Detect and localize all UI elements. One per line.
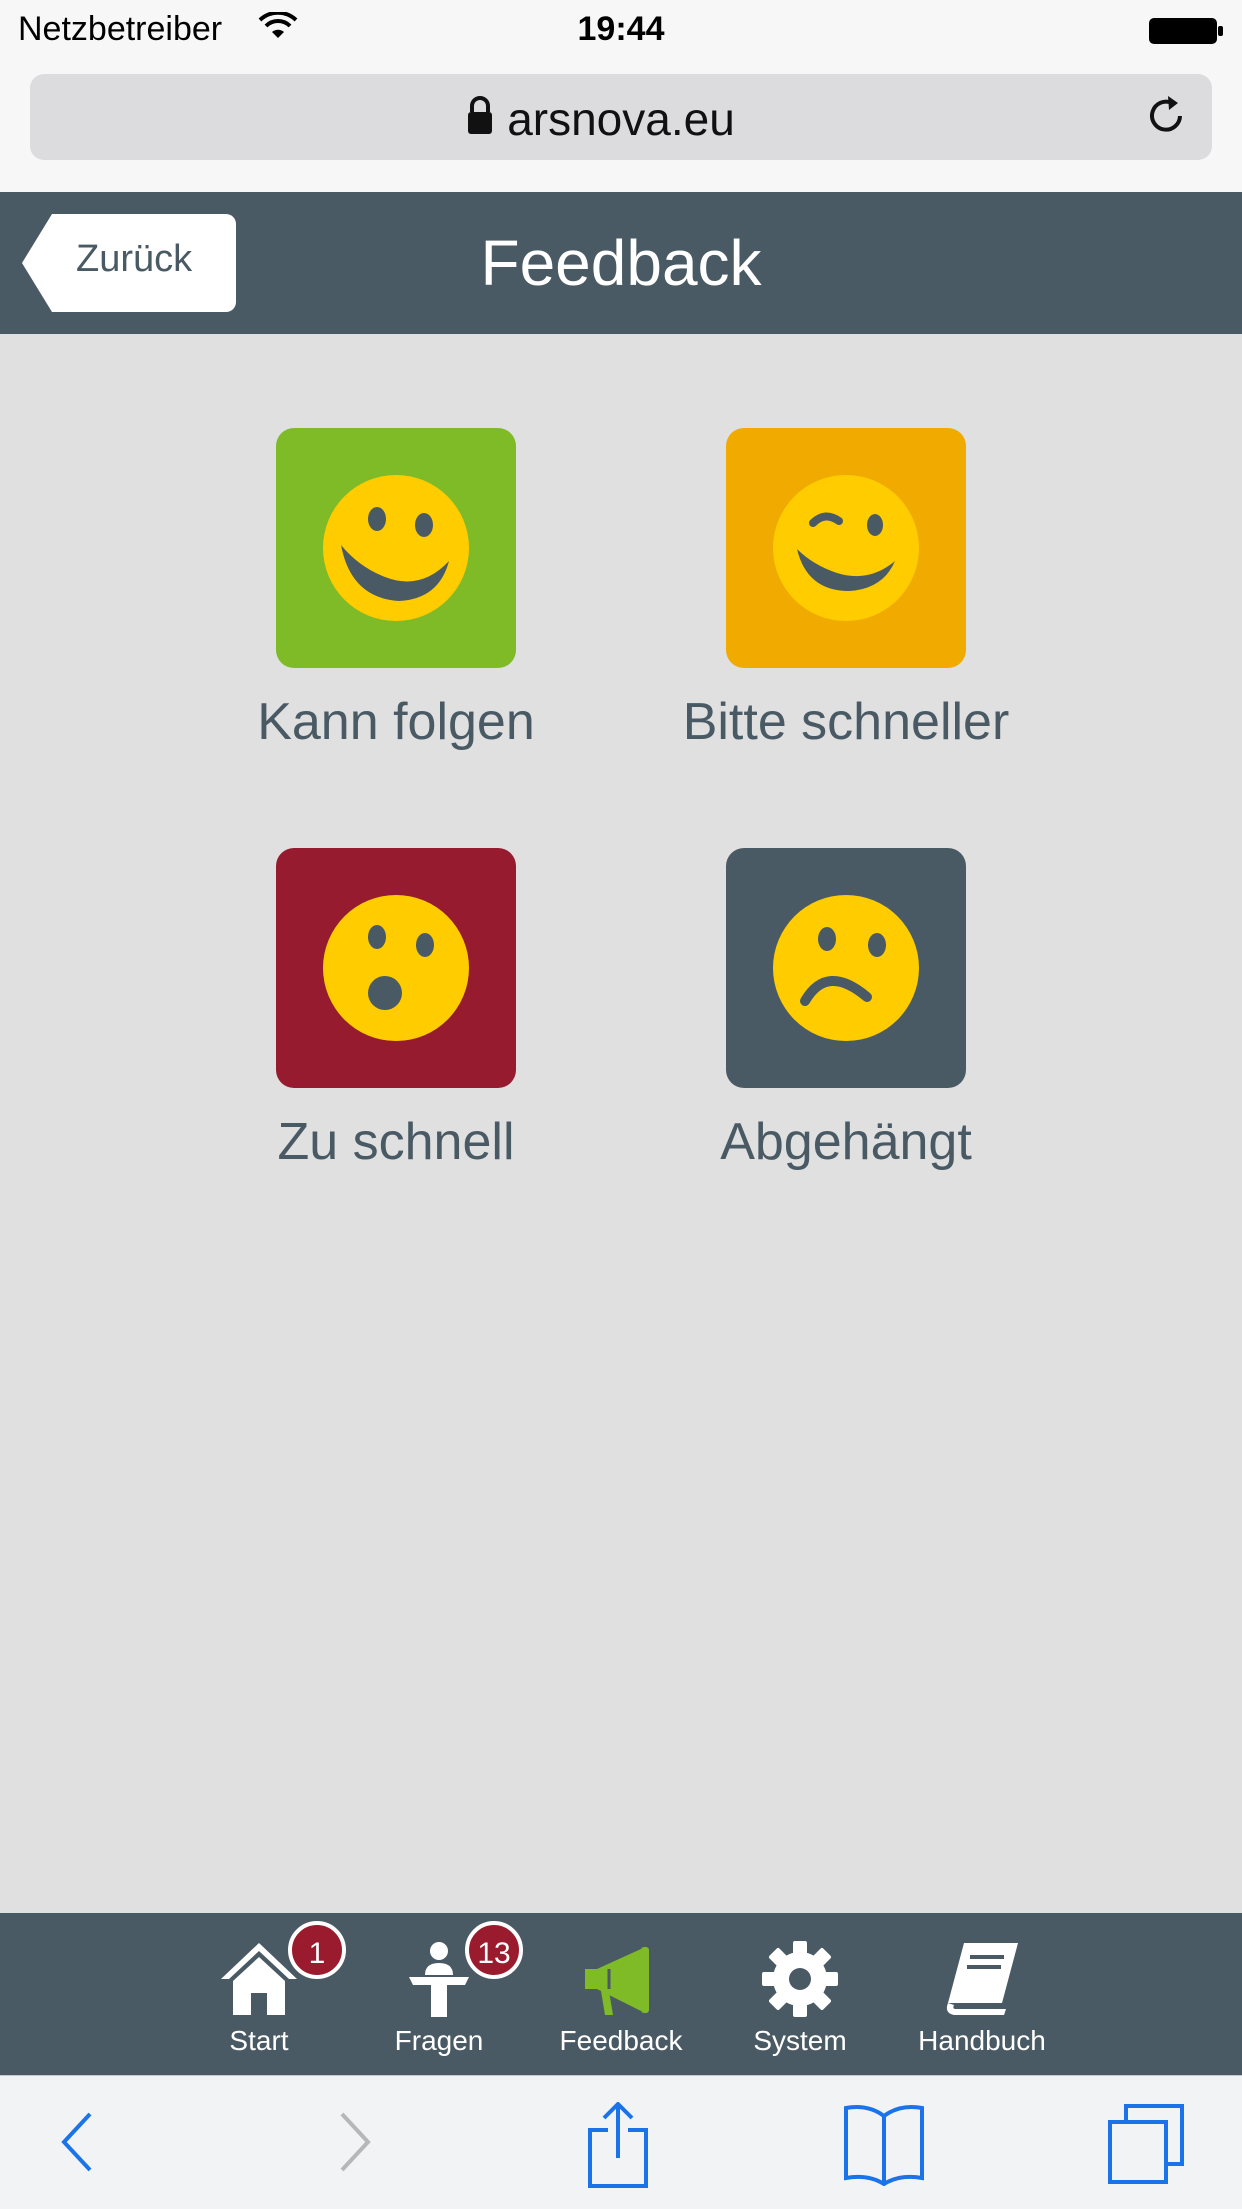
notification-badge: 1 xyxy=(288,1921,346,1979)
tab-handbuch[interactable]: Handbuch xyxy=(892,1913,1072,2075)
feedback-label: Abgehängt xyxy=(720,1113,972,1171)
tab-feedback[interactable]: Feedback xyxy=(531,1913,711,2075)
feedback-option-can-follow[interactable]: Kann folgen xyxy=(226,428,566,752)
clock: 19:44 xyxy=(577,10,665,48)
surprised-face-icon xyxy=(323,895,469,1041)
share-icon[interactable] xyxy=(586,2101,650,2195)
feedback-label: Zu schnell xyxy=(277,1113,515,1171)
url-text: arsnova.eu xyxy=(507,93,735,145)
browser-toolbar xyxy=(0,2075,1242,2209)
address-bar[interactable]: arsnova.eu xyxy=(30,74,1212,160)
notification-badge: 13 xyxy=(465,1921,523,1979)
reload-icon[interactable] xyxy=(1142,92,1190,145)
feedback-label: Kann folgen xyxy=(257,693,535,751)
page-title: Feedback xyxy=(480,227,762,299)
status-bar: Netzbetreiber 19:44 xyxy=(0,0,1242,62)
winking-face-icon xyxy=(773,475,919,621)
megaphone-icon xyxy=(581,1939,661,2024)
laughing-face-icon xyxy=(323,475,469,621)
forward-arrow-icon[interactable] xyxy=(334,2102,374,2187)
tab-fragen[interactable]: Fragen 13 xyxy=(349,1913,529,2075)
bookmarks-icon[interactable] xyxy=(842,2102,926,2191)
page-header: Zurück Feedback xyxy=(0,192,1242,334)
feedback-tile[interactable] xyxy=(726,428,966,668)
feedback-option-faster[interactable]: Bitte schneller xyxy=(676,428,1016,752)
tab-system[interactable]: System xyxy=(710,1913,890,2075)
tab-bar: Start 1 Fragen 13 Feedback System Handbu… xyxy=(0,1913,1242,2075)
back-arrow-icon[interactable] xyxy=(58,2102,98,2187)
home-icon xyxy=(219,1939,299,2024)
tab-start[interactable]: Start 1 xyxy=(169,1913,349,2075)
tab-label: Handbuch xyxy=(918,2025,1046,2056)
feedback-tile[interactable] xyxy=(276,428,516,668)
tabs-icon[interactable] xyxy=(1106,2102,1186,2191)
feedback-label: Bitte schneller xyxy=(682,693,1010,751)
browser-address-area: arsnova.eu xyxy=(0,62,1242,192)
feedback-tile[interactable] xyxy=(276,848,516,1088)
book-icon xyxy=(942,1939,1022,2024)
sad-face-icon xyxy=(773,895,919,1041)
feedback-option-too-fast[interactable]: Zu schnell xyxy=(226,848,566,1172)
battery-icon xyxy=(1148,16,1224,55)
tab-label: Fragen xyxy=(394,2025,484,2056)
feedback-option-lost[interactable]: Abgehängt xyxy=(676,848,1016,1172)
tab-label: Feedback xyxy=(559,2025,683,2056)
tab-label: Start xyxy=(229,2025,289,2056)
feedback-tile[interactable] xyxy=(726,848,966,1088)
tab-label: System xyxy=(753,2025,847,2056)
gear-icon xyxy=(760,1939,840,2024)
